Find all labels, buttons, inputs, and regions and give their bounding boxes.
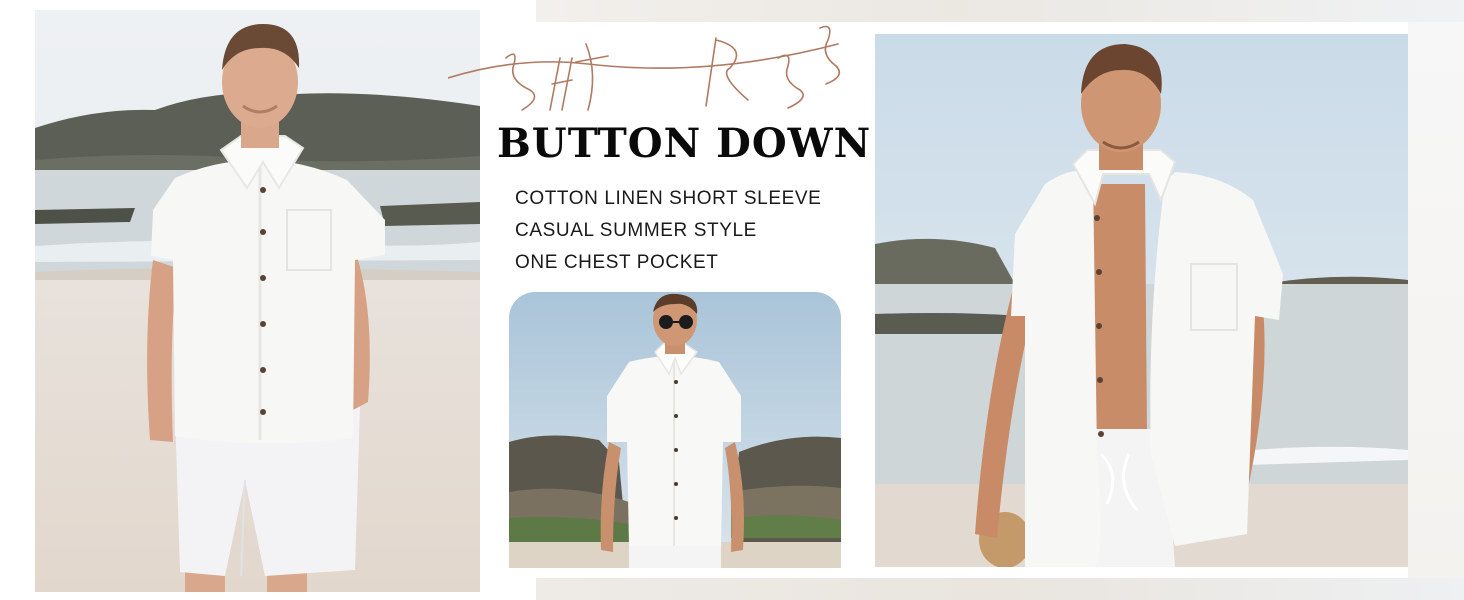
background-strip-bottom <box>536 578 1464 600</box>
headline: BUTTON DOWN <box>497 120 872 167</box>
model-photo-left <box>35 10 480 592</box>
model-photo-center <box>509 292 841 568</box>
background-strip-right <box>1408 22 1464 578</box>
script-title-lettering <box>448 25 841 111</box>
feature-item: CASUAL SUMMER STYLE <box>515 220 757 241</box>
model-photo-right <box>875 34 1408 567</box>
feature-item: ONE CHEST POCKET <box>515 252 719 273</box>
feature-list: COTTON LINEN SHORT SLEEVE CASUAL SUMMER … <box>515 186 821 282</box>
feature-item: COTTON LINEN SHORT SLEEVE <box>515 188 822 209</box>
